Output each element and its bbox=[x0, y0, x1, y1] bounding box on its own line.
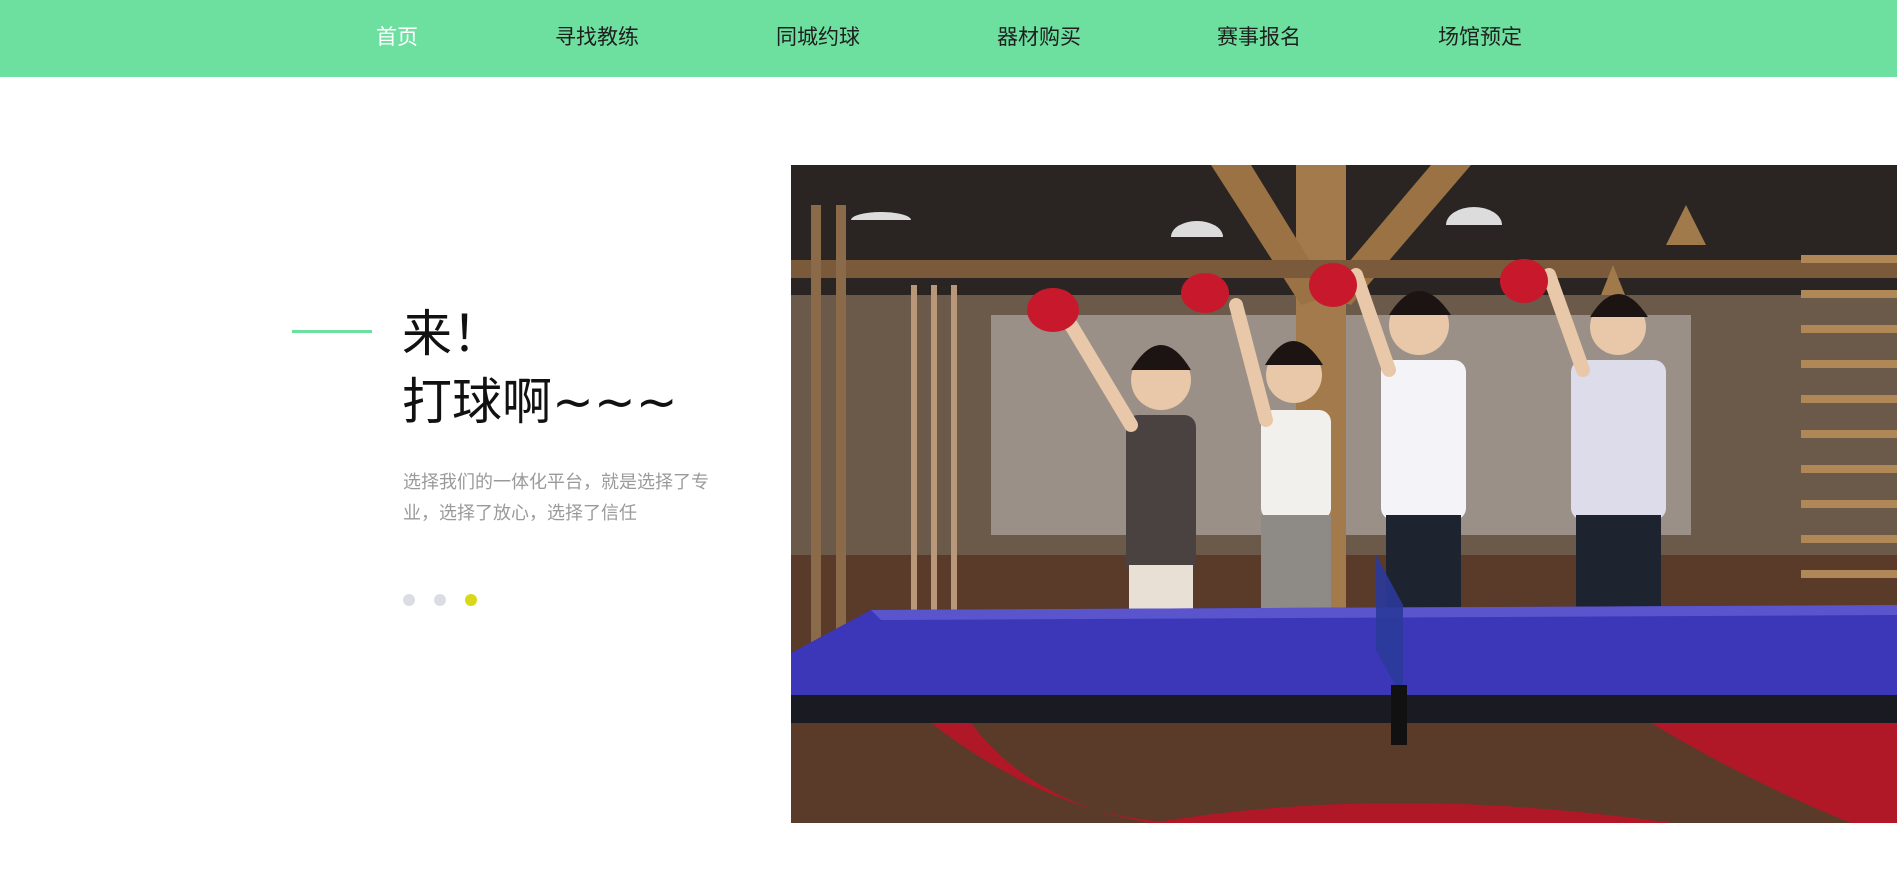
nav-item-local-match[interactable]: 同城约球 bbox=[776, 0, 860, 77]
top-navigation-bar: 首页 寻找教练 同城约球 器材购买 赛事报名 场馆预定 bbox=[0, 0, 1897, 77]
hero-title: 来！ 打球啊~~~ bbox=[402, 300, 678, 436]
carousel-dot-2[interactable] bbox=[434, 594, 446, 606]
hero-photo-illustration bbox=[791, 165, 1897, 823]
nav-item-find-coach[interactable]: 寻找教练 bbox=[555, 0, 639, 77]
hero-accent-line bbox=[292, 330, 372, 333]
nav-item-home[interactable]: 首页 bbox=[376, 0, 418, 77]
hero-title-line-2: 打球啊~~~ bbox=[402, 373, 678, 431]
hero-title-line-1: 来！ bbox=[402, 305, 502, 363]
nav-item-equipment-shop[interactable]: 器材购买 bbox=[997, 0, 1081, 77]
nav-item-event-signup[interactable]: 赛事报名 bbox=[1217, 0, 1301, 77]
carousel-dot-1[interactable] bbox=[403, 594, 415, 606]
hero-subtitle: 选择我们的一体化平台，就是选择了专业，选择了放心，选择了信任 bbox=[403, 472, 709, 524]
hero-photo-table-tennis-players bbox=[791, 165, 1897, 823]
nav-item-venue-booking[interactable]: 场馆预定 bbox=[1438, 0, 1522, 77]
carousel-dot-3[interactable] bbox=[465, 594, 477, 606]
